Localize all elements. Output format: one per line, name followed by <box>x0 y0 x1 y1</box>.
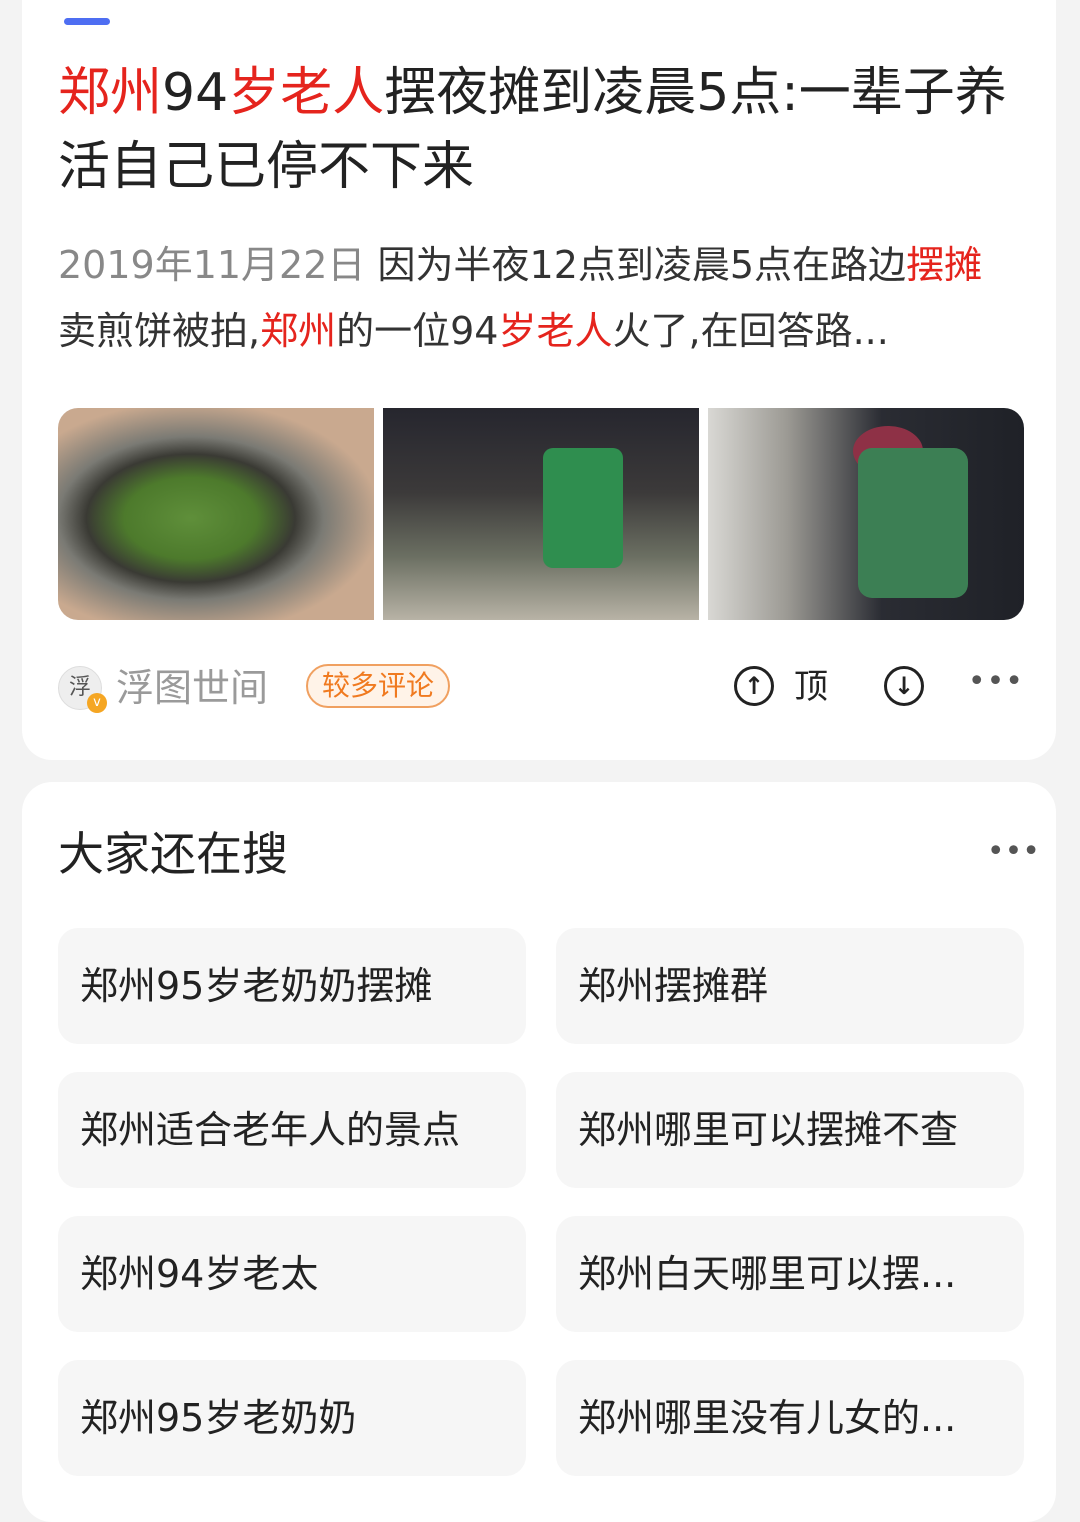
summary-part: 摆摊 <box>906 243 983 287</box>
summary-part: 火了,在回答路... <box>612 309 889 353</box>
comments-badge: 较多评论 <box>306 664 451 708</box>
source-name[interactable]: 浮图世间 <box>116 662 268 714</box>
result-title[interactable]: 郑州94岁老人摆夜摊到凌晨5点:一辈子养活自己已停不下来 <box>58 56 1028 204</box>
title-part: 岁老人 <box>228 63 385 123</box>
avatar-glyph: 浮 <box>68 675 91 700</box>
related-search-chip[interactable]: 郑州白天哪里可以摆... <box>556 1216 1024 1332</box>
summary-part: 因为半夜12点到凌晨5点在路边 <box>377 243 907 287</box>
more-options-icon[interactable]: ••• <box>987 832 1040 872</box>
night-food-stall-photo[interactable] <box>708 408 1024 620</box>
source-row: 浮 v 浮图世间 较多评论 ↑ 顶 ↓ ••• <box>58 662 1024 718</box>
green-onion-bowl-photo[interactable] <box>58 408 374 620</box>
title-part: 94 <box>162 63 229 123</box>
related-search-list: 郑州95岁老奶奶摆摊 郑州摆摊群 郑州适合老年人的景点 郑州哪里可以摆摊不查 郑… <box>58 928 1024 1476</box>
section-title: 大家还在搜 <box>58 827 288 881</box>
result-images[interactable] <box>58 408 1024 620</box>
summary-part: 郑州 <box>260 309 337 353</box>
related-search-chip[interactable]: 郑州95岁老奶奶摆摊 <box>58 928 526 1044</box>
result-summary: 2019年11月22日 因为半夜12点到凌晨5点在路边摆摊卖煎饼被拍,郑州的一位… <box>58 232 1018 364</box>
summary-part: 岁老人 <box>498 309 613 353</box>
related-search-chip[interactable]: 郑州适合老年人的景点 <box>58 1072 526 1188</box>
search-result-card[interactable]: 郑州94岁老人摆夜摊到凌晨5点:一辈子养活自己已停不下来 2019年11月22日… <box>22 0 1056 760</box>
related-search-chip[interactable]: 郑州94岁老太 <box>58 1216 526 1332</box>
source-avatar[interactable]: 浮 v <box>58 666 107 713</box>
more-options-icon[interactable]: ••• <box>968 662 1024 702</box>
title-part: 郑州 <box>58 63 163 123</box>
arrow-up-circle-icon[interactable]: ↑ <box>734 666 774 706</box>
related-searches-card: 大家还在搜 ••• 郑州95岁老奶奶摆摊 郑州摆摊群 郑州适合老年人的景点 郑州… <box>22 782 1056 1522</box>
related-search-chip[interactable]: 郑州95岁老奶奶 <box>58 1360 526 1476</box>
related-search-chip[interactable]: 郑州摆摊群 <box>556 928 1024 1044</box>
arrow-down-circle-icon[interactable]: ↓ <box>884 666 924 706</box>
related-search-chip[interactable]: 郑州哪里可以摆摊不查 <box>556 1072 1024 1188</box>
tab-indicator <box>64 18 110 25</box>
verified-icon: v <box>87 693 107 713</box>
result-date: 2019年11月22日 <box>58 243 366 287</box>
summary-part: 卖煎饼被拍, <box>58 309 261 353</box>
related-search-chip[interactable]: 郑州哪里没有儿女的... <box>556 1360 1024 1476</box>
upvote-label[interactable]: 顶 <box>794 662 828 712</box>
summary-part: 的一位94 <box>336 309 499 353</box>
elderly-woman-cooking-photo[interactable] <box>383 408 699 620</box>
